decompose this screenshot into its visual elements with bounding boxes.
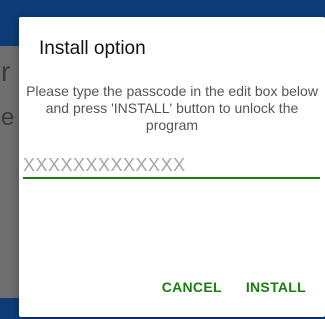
cancel-button[interactable]: CANCEL <box>162 279 222 295</box>
background-text-fragment: e <box>1 104 15 131</box>
dialog-title: Install option <box>39 38 146 59</box>
background-text-fragment: r <box>1 56 11 87</box>
dialog-actions: CANCEL INSTALL <box>162 279 306 295</box>
dialog-message: Please type the passcode in the edit box… <box>26 83 318 133</box>
install-button[interactable]: INSTALL <box>246 279 306 295</box>
install-option-dialog: Install option Please type the passcode … <box>19 17 325 317</box>
passcode-input[interactable] <box>23 153 320 179</box>
